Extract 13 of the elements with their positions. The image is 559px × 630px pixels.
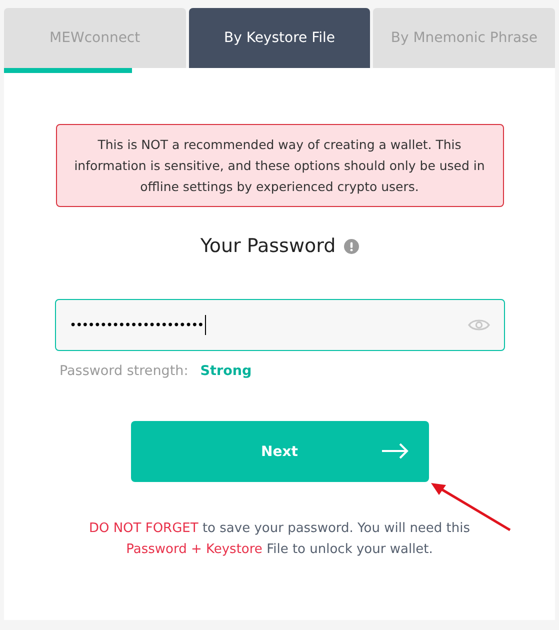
- warning-message: This is NOT a recommended way of creating a wallet. This information is sensitive, and these options should only be used in offline settings by experienced crypto users.: [56, 124, 504, 207]
- section-heading: Your Password: [200, 235, 336, 257]
- strength-label: Password strength:: [60, 363, 188, 379]
- next-button[interactable]: Next: [130, 421, 428, 482]
- exclamation-icon: [344, 238, 359, 254]
- reminder-text: DO NOT FORGET to save your password. You will need this Password + Keystore File to unlock your wallet.: [88, 520, 472, 559]
- tab[interactable]: By Mnemonic Phrase: [373, 8, 556, 68]
- tab[interactable]: By Keystore File: [188, 8, 370, 68]
- password-field[interactable]: ••••••••••••••••••••••: [54, 299, 504, 351]
- eye-icon[interactable]: [468, 318, 490, 332]
- arrow-right-icon: [380, 443, 408, 459]
- strength-value: Strong: [200, 363, 252, 379]
- tab[interactable]: MEWconnect: [4, 8, 186, 68]
